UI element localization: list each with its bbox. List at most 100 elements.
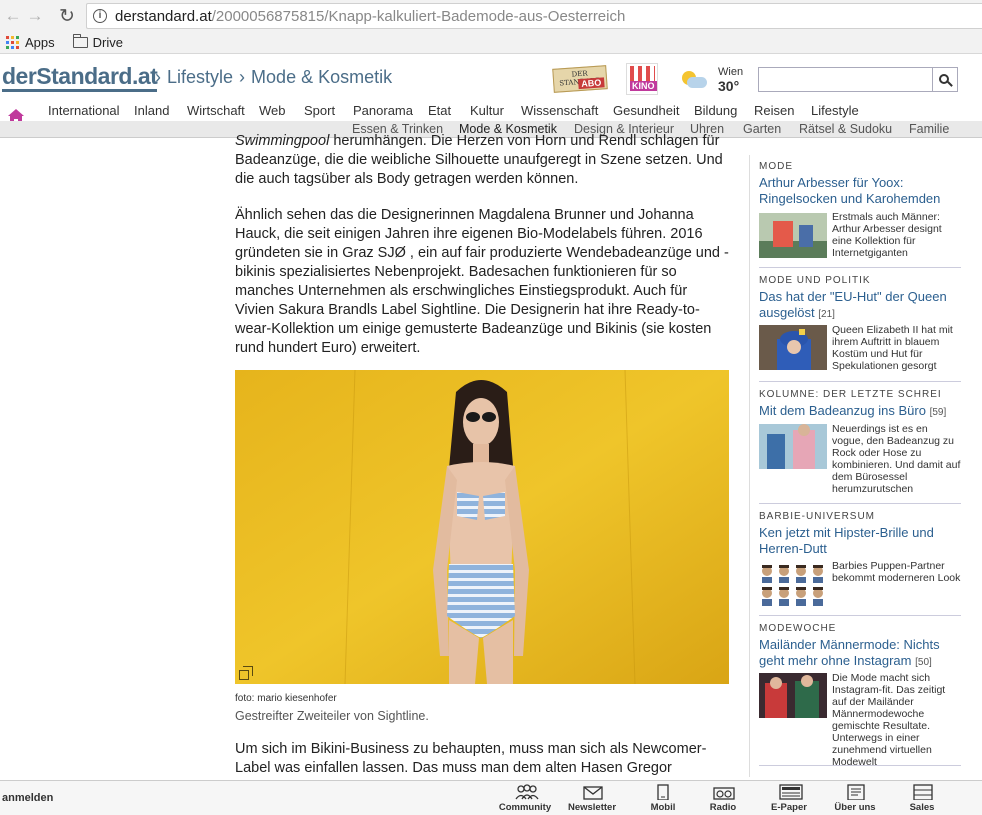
breadcrumb-mode-kosmetik[interactable]: Mode & Kosmetik bbox=[251, 67, 392, 87]
envelope-icon bbox=[582, 784, 603, 800]
sidebar-category: BARBIE-UNIVERSUM bbox=[759, 511, 876, 522]
info-icon[interactable]: i bbox=[93, 9, 107, 23]
weather-sun-cloud-icon[interactable] bbox=[678, 71, 708, 91]
nav-sport[interactable]: Sport bbox=[304, 103, 335, 118]
article-paragraph: Um sich im Bikini-Business zu behaupten,… bbox=[235, 741, 707, 776]
emphasis: Swimmingpool bbox=[235, 133, 330, 149]
sidebar-teaser: Barbies Puppen-Partner bekommt modernere… bbox=[832, 560, 961, 584]
comment-count: [21] bbox=[818, 308, 835, 320]
bookmarks-bar: Apps Drive bbox=[0, 32, 982, 54]
bookmark-drive[interactable]: Drive bbox=[72, 34, 123, 50]
article-photo[interactable] bbox=[235, 370, 729, 684]
site-header: derStandard.at › Lifestyle › Mode & Kosmeti… bbox=[0, 55, 982, 101]
about-icon bbox=[845, 784, 865, 801]
newspaper-icon bbox=[779, 784, 803, 800]
sidebar-thumbnail[interactable] bbox=[759, 673, 827, 718]
sidebar-divider bbox=[759, 765, 961, 766]
sidebar-category: KOLUMNE: DER LETZTE SCHREI bbox=[759, 389, 942, 400]
subnav-familie[interactable]: Familie bbox=[909, 122, 949, 136]
sidebar-category: MODEWOCHE bbox=[759, 623, 837, 634]
bottom-newsletter[interactable]: Newsletter bbox=[562, 784, 622, 813]
headline-text: Mailänder Männermode: Nichts geht mehr o… bbox=[759, 637, 940, 668]
apps-grid-icon bbox=[6, 36, 19, 49]
bottom-label: E-Paper bbox=[771, 802, 807, 813]
search-icon bbox=[939, 73, 949, 84]
sidebar-related: MODE Arthur Arbesser für Yoox: Ringelsoc… bbox=[749, 155, 961, 777]
sidebar-headline[interactable]: Arthur Arbesser für Yoox: Ringelsocken u… bbox=[759, 175, 961, 208]
radio-icon bbox=[713, 784, 735, 800]
breadcrumb-lifestyle[interactable]: Lifestyle bbox=[167, 67, 233, 87]
nav-web[interactable]: Web bbox=[259, 103, 286, 118]
bottom-radio[interactable]: Radio bbox=[705, 784, 741, 813]
reload-icon[interactable]: ↻ bbox=[56, 5, 78, 27]
login-link[interactable]: anmelden bbox=[2, 792, 53, 804]
thumb-image bbox=[759, 673, 827, 718]
nav-panorama[interactable]: Panorama bbox=[353, 103, 413, 118]
sidebar-article[interactable]: BARBIE-UNIVERSUM Ken jetzt mit Hipster-B… bbox=[759, 511, 961, 558]
sidebar-divider bbox=[759, 615, 961, 616]
search-button[interactable] bbox=[932, 67, 958, 92]
nav-international[interactable]: International bbox=[48, 103, 120, 118]
weather-temperature: 30° bbox=[718, 78, 740, 94]
sidebar-thumbnail[interactable] bbox=[759, 561, 827, 606]
expand-icon[interactable] bbox=[239, 666, 253, 680]
main-navigation: International Inland Wirtschaft Web Spor… bbox=[0, 101, 982, 125]
thumb-image bbox=[759, 561, 827, 606]
abo-badge[interactable]: DER STANDARDABO bbox=[552, 65, 608, 93]
sidebar-article[interactable]: MODE Arthur Arbesser für Yoox: Ringelsoc… bbox=[759, 161, 961, 208]
photo-model-bikini bbox=[235, 370, 729, 684]
nav-kultur[interactable]: Kultur bbox=[470, 103, 504, 118]
sidebar-teaser: Queen Elizabeth II hat mit ihrem Auftrit… bbox=[832, 324, 953, 372]
bottom-bar: anmelden Community Newsletter Mobil Radi… bbox=[0, 780, 982, 815]
bottom-label: Radio bbox=[709, 802, 737, 813]
nav-gesundheit[interactable]: Gesundheit bbox=[613, 103, 680, 118]
kino-badge[interactable]: KINO bbox=[626, 63, 658, 95]
bottom-label: Über uns bbox=[834, 802, 876, 813]
sidebar-headline[interactable]: Mailänder Männermode: Nichts geht mehr o… bbox=[759, 637, 961, 670]
nav-wissenschaft[interactable]: Wissenschaft bbox=[521, 103, 598, 118]
search-input[interactable] bbox=[758, 67, 932, 92]
sidebar-teaser: Neuerdings ist es en vogue, den Badeanzu… bbox=[832, 423, 961, 495]
subnav-raetsel-sudoku[interactable]: Rätsel & Sudoku bbox=[799, 122, 892, 136]
sidebar-headline[interactable]: Das hat der "EU-Hut" der Queen ausgelöst… bbox=[759, 289, 961, 322]
nav-lifestyle[interactable]: Lifestyle bbox=[811, 103, 859, 118]
bottom-mobil[interactable]: Mobil bbox=[645, 784, 681, 813]
url-host: derstandard.at bbox=[115, 7, 212, 25]
bottom-epaper[interactable]: E-Paper bbox=[766, 784, 812, 813]
sidebar-thumbnail[interactable] bbox=[759, 424, 827, 469]
sidebar-teaser: Erstmals auch Männer: Arthur Arbesser de… bbox=[832, 211, 942, 259]
sidebar-divider bbox=[759, 267, 961, 268]
comment-count: [59] bbox=[929, 407, 947, 418]
nav-inland[interactable]: Inland bbox=[134, 103, 169, 118]
headline-text: Arthur Arbesser für Yoox: Ringelsocken u… bbox=[759, 175, 941, 206]
bottom-label: Mobil bbox=[650, 802, 676, 813]
nav-wirtschaft[interactable]: Wirtschaft bbox=[187, 103, 245, 118]
forward-arrow-icon[interactable]: → bbox=[24, 5, 46, 27]
sidebar-thumbnail[interactable] bbox=[759, 213, 827, 258]
thumb-image bbox=[759, 424, 827, 469]
bottom-ueber-uns[interactable]: Über uns bbox=[829, 784, 881, 813]
nav-bildung[interactable]: Bildung bbox=[694, 103, 737, 118]
bottom-community[interactable]: Community bbox=[497, 784, 553, 813]
sidebar-thumbnail[interactable] bbox=[759, 325, 827, 370]
bookmark-label: Drive bbox=[92, 35, 123, 50]
sales-icon bbox=[912, 784, 933, 801]
sidebar-article[interactable]: MODEWOCHE Mailänder Männermode: Nichts g… bbox=[759, 623, 961, 670]
bottom-sales[interactable]: Sales bbox=[902, 784, 942, 813]
site-logo[interactable]: derStandard.at bbox=[2, 63, 158, 92]
subnav-garten[interactable]: Garten bbox=[743, 122, 781, 136]
back-arrow-icon[interactable]: ← bbox=[2, 5, 24, 27]
bottom-label: Sales bbox=[909, 802, 935, 813]
photo-credit: foto: mario kiesenhofer bbox=[235, 693, 337, 704]
thumb-image bbox=[759, 213, 827, 258]
sidebar-headline[interactable]: Mit dem Badeanzug ins Büro [59] bbox=[759, 403, 961, 421]
sidebar-article[interactable]: KOLUMNE: DER LETZTE SCHREI Mit dem Badea… bbox=[759, 389, 961, 421]
sidebar-headline[interactable]: Ken jetzt mit Hipster-Brille und Herren-… bbox=[759, 525, 961, 558]
photo-caption: Gestreifter Zweiteiler von Sightline. bbox=[235, 709, 429, 723]
sidebar-article[interactable]: MODE UND POLITIK Das hat der "EU-Hut" de… bbox=[759, 275, 961, 322]
bookmark-apps[interactable]: Apps bbox=[6, 35, 55, 50]
address-bar[interactable]: i derstandard.at/2000056875815/Knapp-kal… bbox=[86, 3, 982, 29]
sidebar-divider bbox=[759, 381, 961, 382]
nav-etat[interactable]: Etat bbox=[428, 103, 451, 118]
nav-reisen[interactable]: Reisen bbox=[754, 103, 794, 118]
